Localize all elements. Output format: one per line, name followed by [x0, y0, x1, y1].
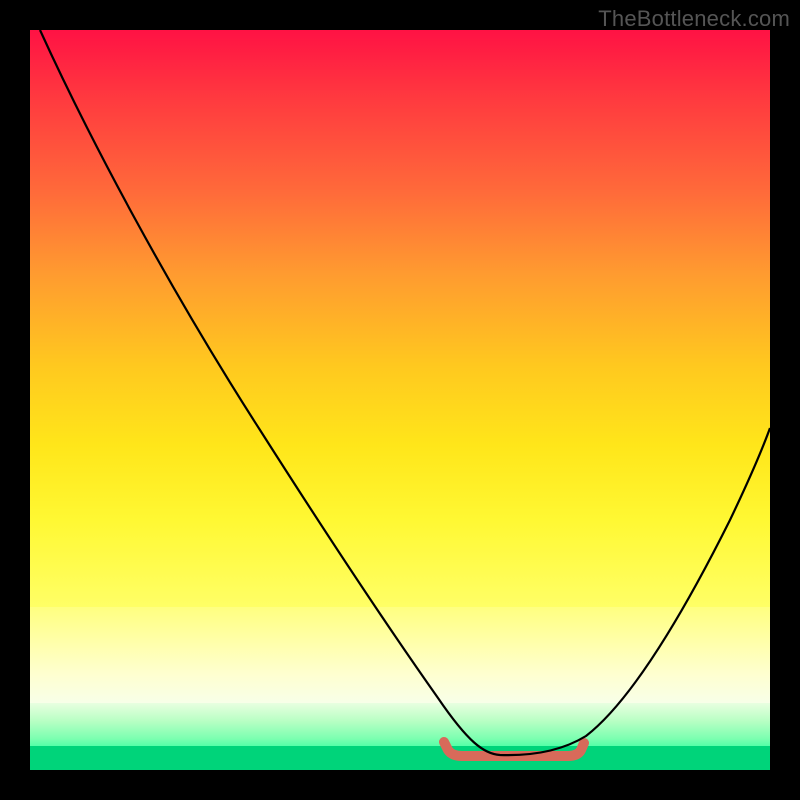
chart-svg — [30, 30, 770, 770]
chart-frame: TheBottleneck.com — [0, 0, 800, 800]
plot-area — [30, 30, 770, 770]
bottleneck-curve — [40, 30, 770, 755]
optimal-range-marker — [444, 742, 584, 756]
watermark-text: TheBottleneck.com — [598, 6, 790, 32]
